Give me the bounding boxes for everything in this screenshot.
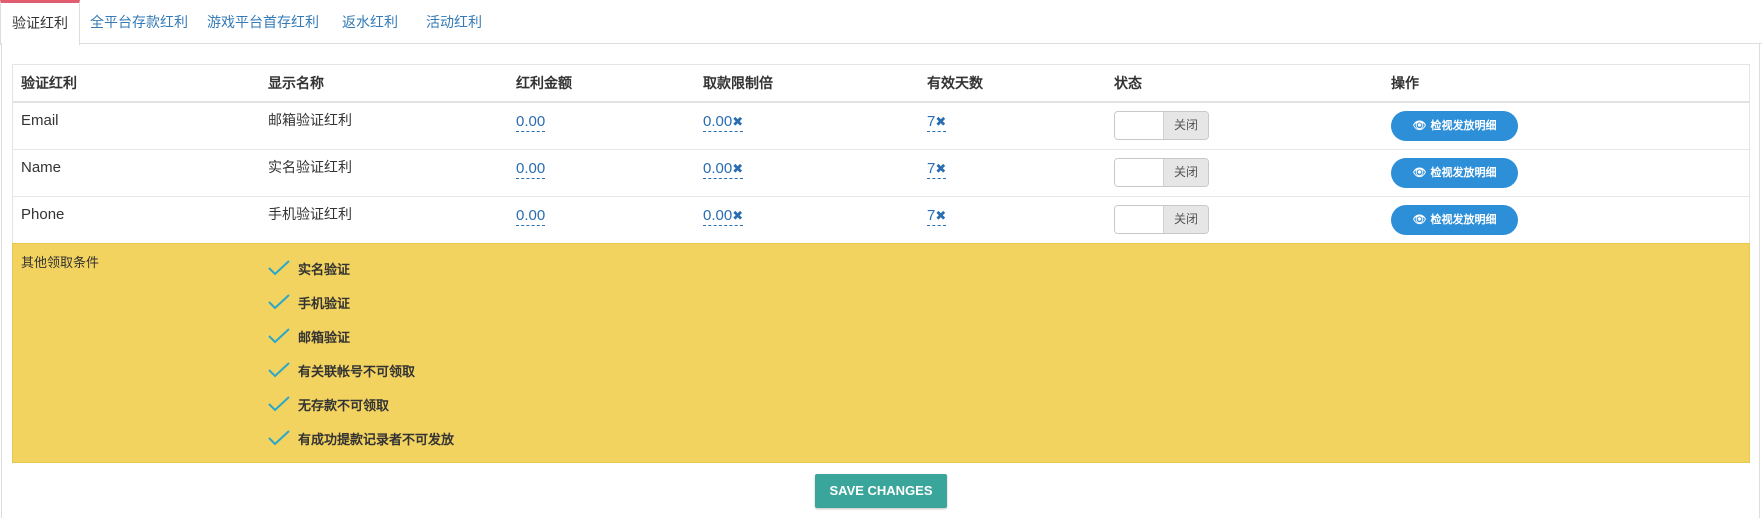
display-name: 手机验证红利 [268,207,352,223]
amount-cell: 0.00 [516,113,546,132]
tab-bar: 验证红利 全平台存款红利 游戏平台首存红利 返水红利 活动红利 [0,0,1762,45]
status-toggle[interactable]: 关闭 [1114,205,1209,234]
amount-editable[interactable]: 0.00 [516,113,546,132]
condition-label: 有成功提款记录者不可发放 [298,433,455,448]
bonus-type: Email [21,112,59,129]
eye-icon: 👁 [1412,166,1427,179]
x-icon[interactable]: ✖ [732,207,743,225]
check-icon [268,294,290,310]
condition-label: 手机验证 [298,297,351,312]
condition-label: 有关联帐号不可领取 [298,365,416,380]
column-header-bonus-type: 验证红利 [21,76,77,92]
status-toggle[interactable]: 关闭 [1114,111,1209,140]
withdraw-multiplier-value: 0.00 [703,113,733,130]
bonus-type: Phone [21,206,65,223]
x-icon[interactable]: ✖ [935,160,946,178]
table-row: Email 邮箱验证红利 0.00 0.00✖ 7✖ 关闭 👁 检视发放明细 [13,103,1749,150]
check-icon [268,430,290,446]
bonus-settings-page: 验证红利 全平台存款红利 游戏平台首存红利 返水红利 活动红利 验证红利 显示名… [0,0,1762,518]
view-details-button[interactable]: 👁 检视发放明细 [1391,111,1518,141]
toggle-off-label: 关闭 [1163,206,1208,233]
valid-days-cell: 7✖ [927,113,947,132]
view-details-button[interactable]: 👁 检视发放明细 [1391,205,1518,235]
column-header-valid-days: 有效天数 [927,76,983,92]
valid-days-cell: 7✖ [927,160,947,179]
check-icon [268,396,290,412]
valid-days-value: 7 [927,207,936,224]
withdraw-multiplier-editable[interactable]: 0.00✖ [703,160,744,179]
check-icon [268,260,290,276]
x-icon[interactable]: ✖ [732,113,743,131]
valid-days-editable[interactable]: 7✖ [927,160,947,179]
withdraw-multiplier-value: 0.00 [703,207,733,224]
column-header-status: 状态 [1114,76,1142,92]
column-header-withdraw-multiplier: 取款限制倍 [703,76,773,92]
view-details-button[interactable]: 👁 检视发放明细 [1391,158,1518,188]
table-row: Name 实名验证红利 0.00 0.00✖ 7✖ 关闭 👁 检视发放明细 [13,150,1749,197]
amount-editable[interactable]: 0.00 [516,160,546,179]
valid-days-cell: 7✖ [927,207,947,226]
withdraw-multiplier-editable[interactable]: 0.00✖ [703,113,744,132]
withdraw-multiplier-editable[interactable]: 0.00✖ [703,207,744,226]
amount-editable[interactable]: 0.00 [516,207,546,226]
tab-game-platform-first-deposit-bonus[interactable]: 游戏平台首存红利 [198,0,328,44]
toggle-knob [1115,206,1165,233]
tab-verification-bonus[interactable]: 验证红利 [0,0,80,45]
valid-days-value: 7 [927,113,936,130]
condition-label: 无存款不可领取 [298,399,390,414]
column-header-display-name: 显示名称 [268,76,324,92]
view-details-label: 检视发放明细 [1430,213,1497,226]
x-icon[interactable]: ✖ [732,160,743,178]
tab-activity-bonus[interactable]: 活动红利 [412,0,496,44]
condition-label: 实名验证 [298,263,351,278]
table-header-row: 验证红利 显示名称 红利金额 取款限制倍 有效天数 状态 操作 [13,65,1749,103]
bonus-type: Name [21,159,62,176]
toggle-off-label: 关闭 [1163,112,1208,139]
eye-icon: 👁 [1412,213,1427,226]
amount-cell: 0.00 [516,160,546,179]
toggle-knob [1115,159,1165,186]
bonus-table: 验证红利 显示名称 红利金额 取款限制倍 有效天数 状态 操作 Email 邮箱… [12,64,1750,244]
table-row: Phone 手机验证红利 0.00 0.00✖ 7✖ 关闭 👁 检视发放明细 [13,197,1749,244]
withdraw-multiplier-cell: 0.00✖ [703,160,744,179]
x-icon[interactable]: ✖ [935,207,946,225]
display-name: 邮箱验证红利 [268,113,352,129]
view-details-label: 检视发放明细 [1430,166,1497,179]
save-changes-button[interactable]: SAVE CHANGES [815,474,947,508]
tab-rebate-bonus[interactable]: 返水红利 [328,0,412,44]
check-icon [268,328,290,344]
tab-all-platform-deposit-bonus[interactable]: 全平台存款红利 [80,0,198,44]
withdraw-multiplier-value: 0.00 [703,160,733,177]
view-details-label: 检视发放明细 [1430,119,1497,132]
amount-cell: 0.00 [516,207,546,226]
toggle-off-label: 关闭 [1163,159,1208,186]
valid-days-value: 7 [927,160,936,177]
condition-label: 邮箱验证 [298,331,351,346]
toggle-knob [1115,112,1165,139]
valid-days-editable[interactable]: 7✖ [927,207,947,226]
withdraw-multiplier-cell: 0.00✖ [703,113,744,132]
eye-icon: 👁 [1412,119,1427,132]
withdraw-multiplier-cell: 0.00✖ [703,207,744,226]
valid-days-editable[interactable]: 7✖ [927,113,947,132]
other-conditions-section: 其他领取条件 实名验证 手机验证 邮箱验证 有关联帐号不可领取 无存款不可领取 … [12,243,1750,463]
column-header-action: 操作 [1391,76,1419,92]
other-conditions-label: 其他领取条件 [21,256,100,271]
column-header-amount: 红利金额 [516,76,572,92]
x-icon[interactable]: ✖ [935,113,946,131]
check-icon [268,362,290,378]
display-name: 实名验证红利 [268,160,352,176]
status-toggle[interactable]: 关闭 [1114,158,1209,187]
